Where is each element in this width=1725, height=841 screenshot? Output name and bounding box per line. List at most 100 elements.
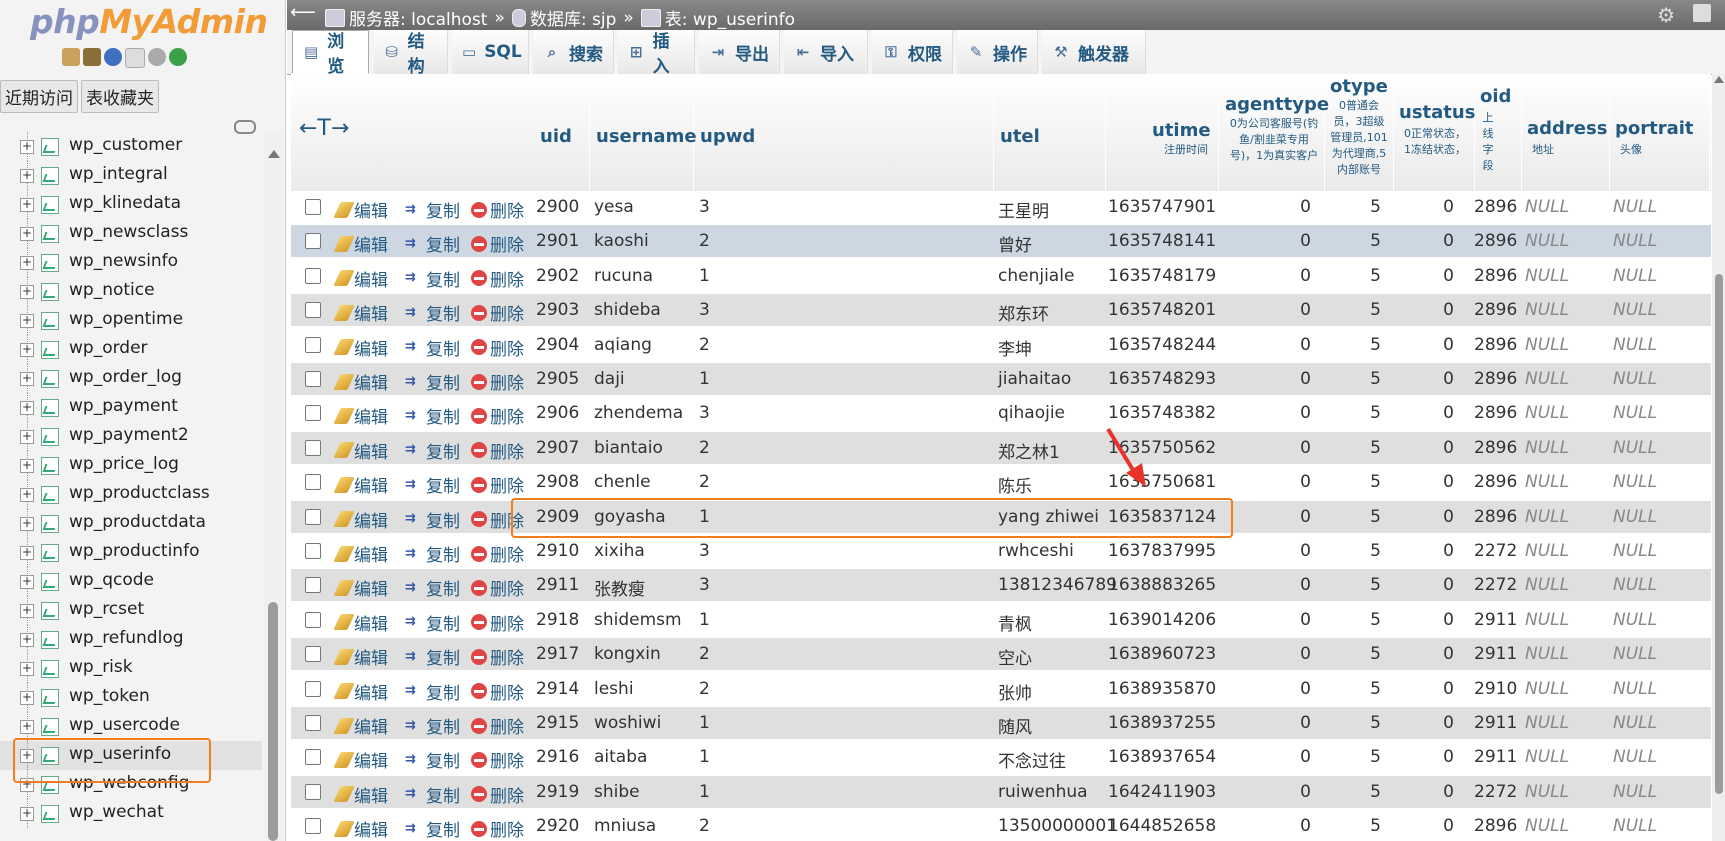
expand-icon[interactable]: + [20, 575, 34, 589]
copy-label[interactable]: 复制 [426, 679, 460, 704]
cell-uid[interactable]: 2907 [536, 438, 579, 458]
delete-row-button[interactable]: 删除 [471, 575, 524, 600]
table-icon[interactable] [41, 689, 59, 707]
table-icon[interactable] [41, 486, 59, 504]
edit-row-button[interactable]: 编辑 [333, 782, 388, 807]
cell-upwd[interactable]: 3 [699, 197, 710, 217]
tree-item-wp_productinfo[interactable]: + wp_productinfo [0, 538, 262, 567]
cell-uid[interactable]: 2902 [536, 266, 579, 286]
edit-row-button[interactable]: 编辑 [333, 816, 388, 841]
expand-icon[interactable]: + [20, 285, 34, 299]
cell-ustatus[interactable]: 0 [1443, 300, 1454, 320]
delete-label[interactable]: 删除 [490, 438, 524, 463]
reload-icon[interactable] [169, 48, 187, 66]
cell-ustatus[interactable]: 0 [1443, 782, 1454, 802]
edit-row-button[interactable]: 编辑 [333, 266, 388, 291]
table-icon[interactable] [41, 225, 59, 243]
edit-row-button[interactable]: 编辑 [333, 197, 388, 222]
row-checkbox[interactable] [305, 474, 321, 491]
cell-address[interactable]: NULL [1525, 300, 1569, 320]
cell-address[interactable]: NULL [1525, 541, 1569, 561]
cell-portrait[interactable]: NULL [1613, 335, 1657, 355]
delete-row-button[interactable]: 删除 [471, 679, 524, 704]
cell-agenttype[interactable]: 0 [1300, 679, 1311, 699]
table-icon[interactable] [41, 312, 59, 330]
cell-ustatus[interactable]: 0 [1443, 816, 1454, 836]
copy-label[interactable]: 复制 [426, 197, 460, 222]
cell-otype[interactable]: 5 [1370, 403, 1381, 423]
cell-username[interactable]: yesa [594, 197, 634, 217]
edit-row-button[interactable]: 编辑 [333, 575, 388, 600]
table-icon[interactable] [41, 602, 59, 620]
table-icon[interactable] [41, 457, 59, 475]
cell-username[interactable]: kongxin [594, 644, 661, 664]
cell-utime[interactable]: 1635747901 [1108, 197, 1216, 217]
cell-agenttype[interactable]: 0 [1300, 231, 1311, 251]
cell-utel[interactable]: 郑之林1 [998, 438, 1060, 463]
cell-upwd[interactable]: 3 [699, 300, 710, 320]
table-icon[interactable] [41, 254, 59, 272]
expand-icon[interactable]: + [20, 140, 34, 154]
cell-upwd[interactable]: 2 [699, 472, 710, 492]
tree-item-label[interactable]: wp_refundlog [69, 628, 184, 648]
edit-row-button[interactable]: 编辑 [333, 713, 388, 738]
tree-item-label[interactable]: wp_klinedata [69, 193, 181, 213]
tree-item-label[interactable]: wp_notice [69, 280, 155, 300]
cell-portrait[interactable]: NULL [1613, 644, 1657, 664]
page-scrollbar[interactable] [1712, 74, 1725, 841]
cell-uid[interactable]: 2904 [536, 335, 579, 355]
edit-row-button[interactable]: 编辑 [333, 507, 388, 532]
cell-address[interactable]: NULL [1525, 713, 1569, 733]
delete-label[interactable]: 删除 [490, 610, 524, 635]
column-name[interactable]: otype [1330, 76, 1388, 97]
table-icon[interactable] [41, 660, 59, 678]
copy-row-button[interactable]: ⇉ 复制 [405, 197, 460, 223]
column-header-upwd[interactable]: upwd [694, 74, 994, 204]
delete-row-button[interactable]: 删除 [471, 816, 524, 841]
delete-row-button[interactable]: 删除 [471, 747, 524, 772]
cell-portrait[interactable]: NULL [1613, 300, 1657, 320]
delete-row-button[interactable]: 删除 [471, 197, 524, 222]
copy-label[interactable]: 复制 [426, 438, 460, 463]
logout-icon[interactable] [83, 48, 101, 66]
row-checkbox[interactable] [305, 680, 321, 697]
cell-agenttype[interactable]: 0 [1300, 300, 1311, 320]
cell-agenttype[interactable]: 0 [1300, 713, 1311, 733]
settings-gear-icon[interactable] [148, 48, 166, 66]
cell-utime[interactable]: 1638937654 [1108, 747, 1216, 767]
cell-oid[interactable]: 2272 [1474, 575, 1517, 595]
tree-item-label[interactable]: wp_customer [69, 135, 182, 155]
cell-upwd[interactable]: 1 [699, 747, 710, 767]
copy-label[interactable]: 复制 [426, 541, 460, 566]
column-header-agenttype[interactable]: agenttype 0为公司客服号(钓鱼/割韭菜专用号)，1为真实客户 [1219, 74, 1329, 204]
cell-oid[interactable]: 2896 [1474, 403, 1517, 423]
cell-agenttype[interactable]: 0 [1300, 782, 1311, 802]
cell-upwd[interactable]: 3 [699, 541, 710, 561]
column-name[interactable]: username [596, 126, 697, 147]
row-checkbox[interactable] [305, 233, 321, 250]
phpmyadmin-logo[interactable]: phpMyAdmin [30, 2, 268, 41]
cell-ustatus[interactable]: 0 [1443, 541, 1454, 561]
help-icon[interactable] [104, 48, 122, 66]
edit-label[interactable]: 编辑 [354, 472, 388, 497]
copy-row-button[interactable]: ⇉ 复制 [405, 300, 460, 326]
cell-upwd[interactable]: 1 [699, 713, 710, 733]
delete-label[interactable]: 删除 [490, 231, 524, 256]
table-icon[interactable] [41, 399, 59, 417]
tree-item-wp_klinedata[interactable]: + wp_klinedata [0, 190, 262, 219]
cell-ustatus[interactable]: 0 [1443, 231, 1454, 251]
cell-ustatus[interactable]: 0 [1443, 713, 1454, 733]
cell-username[interactable]: xixiha [594, 541, 645, 561]
expand-icon[interactable]: + [20, 546, 34, 560]
edit-row-button[interactable]: 编辑 [333, 438, 388, 463]
cell-utime[interactable]: 1644852658 [1108, 816, 1216, 836]
delete-label[interactable]: 删除 [490, 541, 524, 566]
column-header-uid[interactable]: uid [532, 74, 590, 204]
tab-browse[interactable]: ▤ 浏览 [292, 30, 369, 77]
cell-username[interactable]: rucuna [594, 266, 653, 286]
cell-username[interactable]: zhendema [594, 403, 683, 423]
row-checkbox[interactable] [305, 543, 321, 559]
cell-uid[interactable]: 2920 [536, 816, 579, 836]
column-name[interactable]: utel [1000, 126, 1040, 147]
table-icon[interactable] [41, 805, 59, 823]
